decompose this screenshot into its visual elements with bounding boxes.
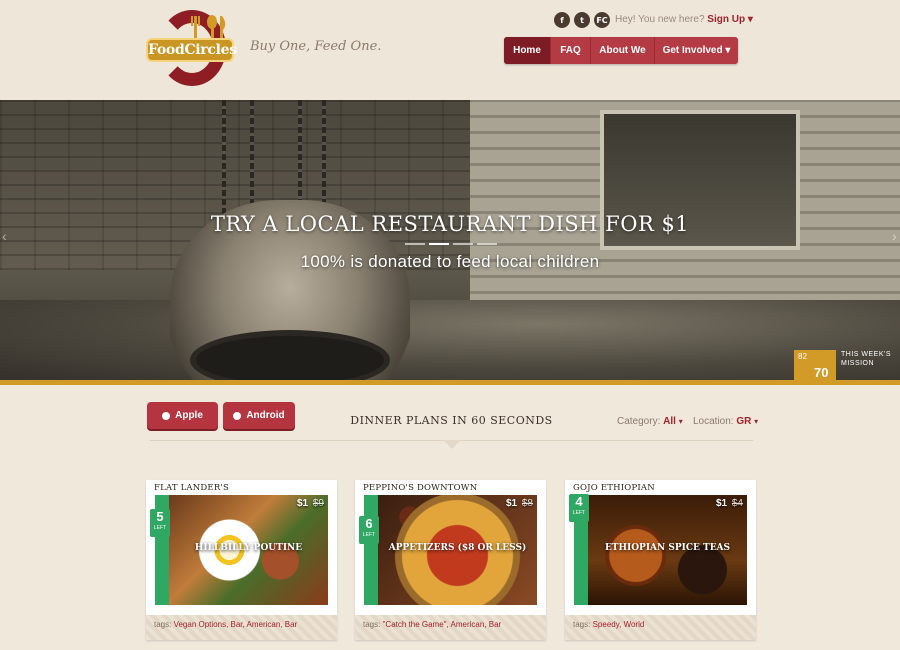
location-value: GR [736, 416, 752, 427]
foodcircles-logo[interactable]: FoodCircles [146, 8, 237, 88]
restaurant-name: PEPPINO'S DOWNTOWN [363, 483, 478, 493]
nav-about[interactable]: About We [591, 37, 655, 64]
dish-photo[interactable]: HILLBILLY POUTINE $1 $9 [155, 495, 328, 605]
slide-dot[interactable] [453, 243, 473, 245]
slide-dot-active[interactable] [429, 243, 449, 245]
social-links: f t FC [554, 12, 610, 28]
site-header: FoodCircles Buy One, Feed One. f t FC He… [0, 0, 900, 100]
restaurant-card[interactable]: PEPPINO'S DOWNTOWN APPETIZERS ($8 OR LES… [355, 480, 546, 640]
slide-dot[interactable] [477, 243, 497, 245]
tag-list[interactable]: Vegan Options, Bar, American, Bar [174, 620, 298, 629]
remaining-badge: 5 LEFT [150, 509, 170, 537]
tag-list[interactable]: "Catch the Game", American, Bar [383, 620, 502, 629]
nav-get-involved[interactable]: Get Involved ▾ [655, 37, 738, 64]
chevron-down-icon: ▾ [678, 417, 683, 426]
chevron-down-icon: ▾ [754, 417, 759, 426]
slide-dot[interactable] [405, 243, 425, 245]
signup-prompt: Hey! You new here? Sign Up ▾ [615, 14, 753, 25]
availability-stripe [364, 495, 378, 605]
ground [0, 300, 900, 380]
card-tags: tags: Vegan Options, Bar, American, Bar [146, 615, 337, 640]
foodcircles-icon[interactable]: FC [594, 12, 610, 28]
hero-subtitle: 100% is donated to feed local children [300, 252, 600, 271]
dish-photo[interactable]: ETHIOPIAN SPICE TEAS $1 $4 [574, 495, 747, 605]
price-tag: $1 $8 [505, 498, 533, 509]
restaurant-card[interactable]: GOJO ETHIOPIAN ETHIOPIAN SPICE TEAS $1 $… [565, 480, 756, 640]
remaining-badge: 4 LEFT [569, 494, 589, 522]
mission-count-small: 82 [798, 352, 807, 361]
price-tag: $1 $9 [296, 498, 324, 509]
restaurant-name: FLAT LANDER'S [154, 483, 229, 493]
mission-count: 70 [814, 365, 829, 380]
dish-photo[interactable]: APPETIZERS ($8 OR LESS) $1 $8 [364, 495, 537, 605]
location-filter[interactable]: Location: GR ▾ [693, 416, 758, 427]
dish-name: APPETIZERS ($8 OR LESS) [388, 543, 527, 553]
remaining-badge: 6 LEFT [359, 516, 379, 544]
banner-pointer [443, 440, 461, 449]
hero-title: TRY A LOCAL RESTAURANT DISH FOR $1 [210, 212, 690, 236]
tag-list[interactable]: Speedy, World [593, 620, 645, 629]
category-filter[interactable]: Category: All ▾ [617, 416, 683, 427]
mission-label: THIS WEEK'S MISSION [841, 351, 892, 367]
chevron-down-icon: ▾ [747, 14, 753, 25]
hero-divider [0, 380, 900, 385]
slide-indicator [405, 243, 497, 245]
restaurant-card[interactable]: FLAT LANDER'S HILLBILLY POUTINE $1 $9 5L… [146, 480, 337, 640]
mission-badge[interactable]: 82 70 [794, 350, 836, 380]
nav-home[interactable]: Home [504, 37, 551, 64]
category-value: All [663, 416, 676, 427]
dish-name: ETHIOPIAN SPICE TEAS [604, 543, 731, 553]
greeting-text: Hey! You new here? [615, 14, 705, 25]
signup-link[interactable]: Sign Up ▾ [707, 14, 753, 25]
facebook-icon[interactable]: f [554, 12, 570, 28]
restaurant-name: GOJO ETHIOPIAN [573, 483, 655, 493]
twitter-icon[interactable]: t [574, 12, 590, 28]
main-nav: Home FAQ About We Get Involved ▾ [504, 37, 738, 64]
dish-name: HILLBILLY POUTINE [194, 543, 303, 553]
hero-banner: ‹ › TRY A LOCAL RESTAURANT DISH FOR $1 1… [0, 100, 900, 380]
card-tags: tags: "Catch the Game", American, Bar [355, 615, 546, 640]
price-tag: $1 $4 [715, 498, 743, 509]
card-tags: tags: Speedy, World [565, 615, 756, 640]
nav-faq[interactable]: FAQ [551, 37, 591, 64]
chevron-down-icon: ▾ [725, 45, 731, 56]
logo-wordmark: FoodCircles [146, 38, 237, 62]
tagline: Buy One, Feed One. [250, 39, 382, 54]
